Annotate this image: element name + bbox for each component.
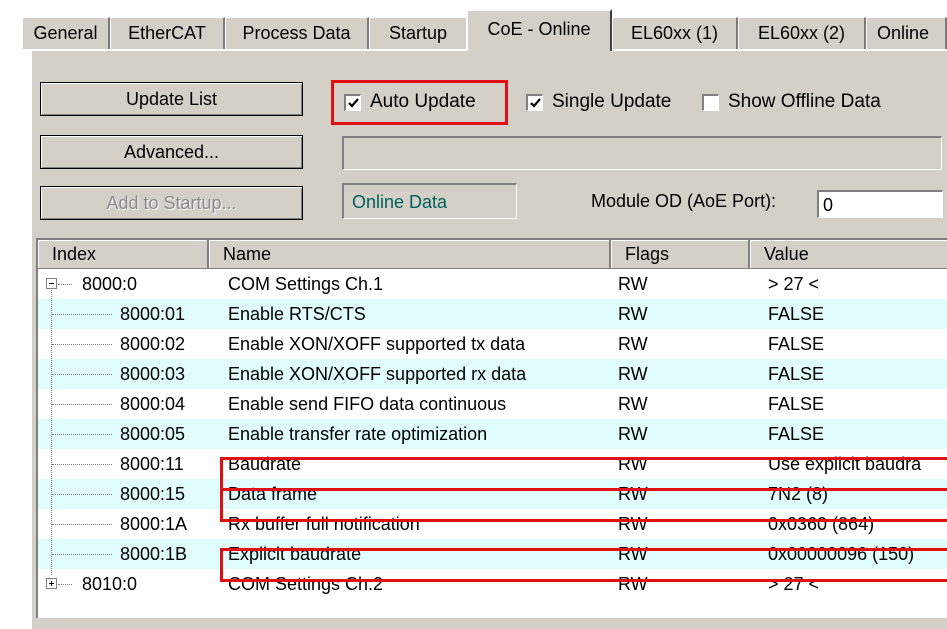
table-row[interactable]: 8000:0 COM Settings Ch.1 RW > 27 < (38, 269, 947, 299)
checkmark-icon (348, 97, 359, 108)
expand-icon[interactable] (46, 578, 57, 589)
row-name: Enable RTS/CTS (228, 304, 366, 324)
row-name: Rx buffer full notification (228, 514, 420, 534)
row-name: Explicit baudrate (228, 544, 362, 564)
column-header-value[interactable]: Value (750, 240, 947, 269)
row-value: Use explicit baudra (768, 454, 922, 474)
tab-el60xx-1[interactable]: EL60xx (1) (612, 17, 738, 49)
row-index: 8010:0 (82, 574, 138, 594)
column-header-index[interactable]: Index (38, 240, 209, 269)
collapse-icon[interactable] (46, 278, 57, 289)
row-index: 8000:1B (120, 544, 188, 564)
row-value: FALSE (768, 364, 825, 384)
row-flags: RW (618, 484, 648, 504)
single-update-label: Single Update (552, 91, 672, 112)
row-index: 8000:03 (120, 364, 186, 384)
table-row[interactable]: 8000:11 Baudrate RW Use explicit baudra (38, 449, 947, 479)
row-name: COM Settings Ch.1 (228, 274, 384, 294)
row-flags: RW (618, 454, 648, 474)
row-flags: RW (618, 394, 648, 414)
row-index: 8000:11 (120, 454, 184, 474)
table-row[interactable]: 8000:1B Explicit baudrate RW 0x00000096 … (38, 539, 947, 569)
table-row[interactable]: 8000:02 Enable XON/XOFF supported tx dat… (38, 329, 947, 359)
row-value: FALSE (768, 334, 825, 354)
row-index: 8000:04 (120, 394, 186, 414)
row-index: 8000:02 (120, 334, 186, 354)
row-value: 0x00000096 (150) (768, 544, 915, 564)
table-row[interactable]: 8000:03 Enable XON/XOFF supported rx dat… (38, 359, 947, 389)
table-row[interactable]: 8000:01 Enable RTS/CTS RW FALSE (38, 299, 947, 329)
row-flags: RW (618, 424, 648, 444)
table-row[interactable]: 8000:1A Rx buffer full notification RW 0… (38, 509, 947, 539)
column-header-flags[interactable]: Flags (611, 240, 750, 269)
row-value: > 27 < (768, 574, 820, 594)
online-data-field: Online Data (342, 183, 517, 219)
row-name: Enable XON/XOFF supported rx data (228, 364, 527, 384)
show-offline-option[interactable]: Show Offline Data (702, 89, 881, 115)
table-row[interactable]: 8010:0 COM Settings Ch.2 RW > 27 < (38, 569, 947, 599)
row-flags: RW (618, 574, 648, 594)
tab-general[interactable]: General (22, 17, 110, 49)
single-update-checkbox[interactable] (526, 93, 543, 111)
auto-update-checkbox[interactable] (344, 93, 361, 111)
row-index: 8000:01 (120, 304, 186, 324)
checkmark-icon (530, 97, 541, 108)
row-flags: RW (618, 544, 648, 564)
tab-startup[interactable]: Startup (369, 17, 468, 49)
row-value: > 27 < (768, 274, 820, 294)
row-value: 7N2 (8) (768, 484, 829, 504)
table-row[interactable]: 8000:05 Enable transfer rate optimizatio… (38, 419, 947, 449)
auto-update-option[interactable]: Auto Update (344, 89, 476, 115)
row-index: 8000:1A (120, 514, 188, 534)
row-flags: RW (618, 304, 648, 324)
module-od-input[interactable]: 0 (817, 190, 943, 218)
module-od-label: Module OD (AoE Port): (591, 191, 777, 211)
advanced-button[interactable]: Advanced... (40, 135, 303, 169)
row-flags: RW (618, 514, 648, 534)
tab-coe-online[interactable]: CoE - Online (466, 9, 612, 51)
row-flags: RW (618, 364, 648, 384)
row-name: Enable send FIFO data continuous (228, 394, 507, 414)
tree-line (51, 290, 52, 575)
auto-update-label: Auto Update (370, 91, 476, 112)
update-list-button[interactable]: Update List (40, 82, 303, 116)
module-od-value: 0 (823, 195, 834, 215)
online-data-text: Online Data (352, 192, 448, 212)
show-offline-checkbox[interactable] (702, 93, 719, 111)
row-index: 8000:05 (120, 424, 186, 444)
tab-el60xx-2[interactable]: EL60xx (2) (738, 17, 866, 49)
table-row[interactable]: 8000:04 Enable send FIFO data continuous… (38, 389, 947, 419)
row-name: Baudrate (228, 454, 302, 474)
show-offline-label: Show Offline Data (728, 91, 881, 112)
tab-ethercat[interactable]: EtherCAT (110, 17, 225, 49)
row-value: FALSE (768, 424, 825, 444)
tab-online[interactable]: Online (866, 17, 947, 49)
row-name: COM Settings Ch.2 (228, 574, 384, 594)
row-name: Enable XON/XOFF supported tx data (228, 334, 526, 354)
row-flags: RW (618, 334, 648, 354)
row-value: 0x0360 (864) (768, 514, 875, 534)
tab-process-data[interactable]: Process Data (225, 17, 369, 49)
add-to-startup-button[interactable]: Add to Startup... (40, 186, 303, 220)
column-header-name[interactable]: Name (209, 240, 611, 269)
row-value: FALSE (768, 304, 825, 324)
table-row[interactable]: 8000:15 Data frame RW 7N2 (8) (38, 479, 947, 509)
status-field (342, 136, 942, 170)
row-index: 8000:15 (120, 484, 186, 504)
row-name: Enable transfer rate optimization (228, 424, 488, 444)
object-list[interactable]: Index Name Flags Value 8000:0 COM Settin… (36, 238, 947, 618)
row-index: 8000:0 (82, 274, 138, 294)
row-flags: RW (618, 274, 648, 294)
row-name: Data frame (228, 484, 318, 504)
row-value: FALSE (768, 394, 825, 414)
single-update-option[interactable]: Single Update (526, 89, 671, 115)
